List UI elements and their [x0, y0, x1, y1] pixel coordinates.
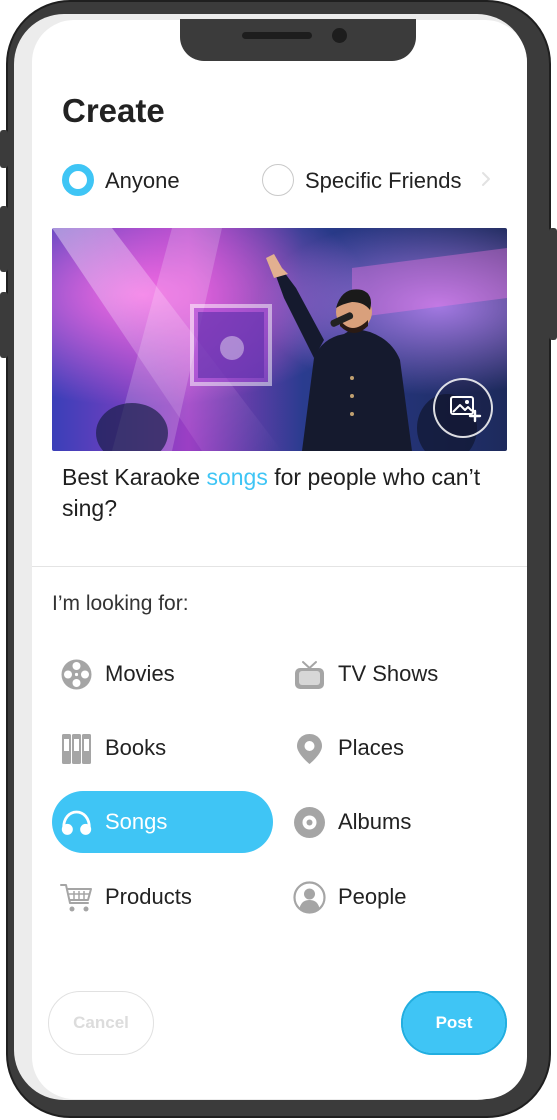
chevron-right-icon[interactable]: [479, 168, 493, 190]
category-places[interactable]: Places: [293, 717, 493, 779]
category-people[interactable]: People: [293, 866, 493, 928]
page-title: Create: [62, 92, 165, 129]
radio-specific-friends-label[interactable]: Specific Friends: [305, 168, 462, 194]
post-question: Best Karaoke songs for people who can’t …: [62, 462, 492, 524]
radio-anyone[interactable]: [62, 164, 94, 196]
radio-specific-friends[interactable]: [262, 164, 294, 196]
tv-icon: [293, 658, 326, 691]
category-books-label: Books: [105, 735, 167, 760]
category-songs[interactable]: Songs: [52, 791, 273, 853]
category-movies[interactable]: Movies: [60, 643, 260, 705]
category-albums[interactable]: Albums: [293, 791, 493, 853]
image-add-icon: [450, 396, 482, 423]
phone-camera: [332, 28, 347, 43]
map-pin-icon: [293, 732, 326, 765]
shopping-cart-icon: [60, 881, 93, 914]
category-tv-shows[interactable]: TV Shows: [293, 643, 493, 705]
phone-power-button: [549, 228, 557, 340]
question-keyword: songs: [206, 464, 268, 490]
phone-notch: [180, 19, 416, 61]
category-products-label: Products: [105, 884, 192, 909]
category-tv-shows-label: TV Shows: [338, 661, 439, 686]
person-icon: [293, 880, 326, 914]
category-places-label: Places: [338, 735, 405, 760]
cancel-button[interactable]: Cancel: [48, 991, 154, 1055]
question-text-start: Best Karaoke: [62, 464, 207, 490]
change-image-button[interactable]: [433, 378, 493, 438]
looking-for-prompt: I’m looking for:: [52, 592, 189, 615]
section-divider: [32, 566, 527, 567]
books-icon: [60, 732, 93, 765]
category-books[interactable]: Books: [60, 717, 260, 779]
radio-anyone-label[interactable]: Anyone: [105, 168, 180, 194]
film-reel-icon: [60, 658, 93, 691]
category-albums-label: Albums: [338, 809, 412, 834]
category-people-label: People: [338, 884, 407, 909]
category-movies-label: Movies: [105, 661, 175, 686]
phone-volume-up-button: [0, 206, 8, 272]
category-songs-label: Songs: [105, 809, 168, 834]
headphones-icon: [60, 806, 93, 839]
phone-speaker: [242, 32, 312, 39]
post-button[interactable]: Post: [401, 991, 507, 1055]
phone-volume-down-button: [0, 292, 8, 358]
category-products[interactable]: Products: [60, 866, 260, 928]
phone-side-button: [0, 130, 8, 168]
vinyl-disc-icon: [293, 806, 326, 839]
